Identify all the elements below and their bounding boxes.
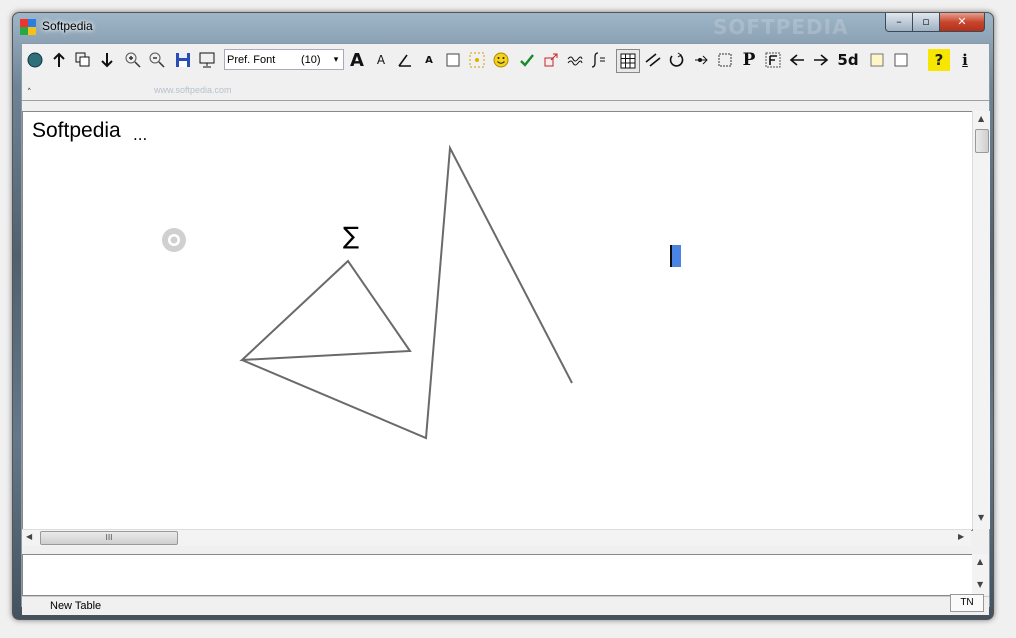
scroll-down-icon[interactable]: ▼ [978,513,984,522]
arrow-down-icon[interactable] [96,49,118,71]
point-marker[interactable] [162,228,186,252]
note-icon[interactable] [866,49,888,71]
paragraph-icon[interactable]: P [738,49,760,71]
parallel-lines-icon[interactable] [642,49,664,71]
shrink-font-icon[interactable]: A [370,49,392,71]
sparkle-icon[interactable] [466,49,488,71]
font-a-icon[interactable]: A [418,49,440,71]
cursor-edge [670,245,672,267]
vertical-scroll-thumb[interactable] [975,129,989,153]
title-bar[interactable]: Softpedia SOFTPEDIA – ▫ ✕ [13,13,993,41]
app-window: Softpedia SOFTPEDIA – ▫ ✕ Pref. Font (10… [12,12,994,620]
globe-icon[interactable] [24,49,46,71]
cmd-scroll-down-icon[interactable]: ▼ [977,580,983,589]
client-area: Pref. Font (10) ▾ A A A P 5d ? i www.sof… [21,43,990,615]
window-title: Softpedia [42,19,93,33]
checkmark-icon[interactable] [516,49,538,71]
chevron-down-icon[interactable]: ▾ [329,54,343,65]
minimize-button[interactable]: – [885,13,913,32]
dotted-box-icon[interactable] [714,49,736,71]
vertical-scrollbar[interactable]: ▲ ▼ [972,111,990,529]
close-icon: ✕ [957,15,967,28]
site-watermark: www.softpedia.com [154,85,232,95]
format-icon[interactable] [762,49,784,71]
horizontal-scrollbar[interactable]: ◀ III ▶ [22,529,971,546]
info-icon[interactable]: i [954,49,976,71]
maximize-button[interactable]: ▫ [912,13,940,32]
scroll-up-icon[interactable]: ▲ [978,114,984,123]
status-new-table: New Table [50,600,102,612]
app-icon [20,19,36,35]
zoom-in-icon[interactable] [122,49,144,71]
status-tn-button[interactable]: TN [950,594,984,612]
close-button[interactable]: ✕ [939,13,985,32]
toolbar: Pref. Font (10) ▾ A A A P 5d ? i www.sof… [22,44,989,101]
sigma-symbol: ∑ [343,222,359,250]
arrow-left-icon[interactable] [786,49,808,71]
minimize-icon: – [896,15,902,28]
loop-icon[interactable] [666,49,688,71]
point-icon[interactable] [690,49,712,71]
save-icon[interactable] [172,49,194,71]
font-size: (10) [301,53,321,66]
polyline-shape[interactable] [241,144,573,440]
table-icon[interactable] [616,49,640,73]
status-bar: New Table TN [22,594,989,615]
watermark-text: SOFTPEDIA [713,15,849,39]
horizontal-scroll-thumb[interactable]: III [40,531,178,545]
zoom-out-icon[interactable] [146,49,168,71]
empty-box-icon[interactable] [442,49,464,71]
smiley-icon[interactable] [490,49,512,71]
command-input[interactable] [22,554,973,596]
wave-icon[interactable] [564,49,586,71]
caret-mark: ˄ [27,88,32,98]
five-d-button[interactable]: 5d [834,49,862,71]
blank-box-icon[interactable] [890,49,912,71]
triangle-shape[interactable] [239,259,412,362]
font-name: Pref. Font [227,53,276,66]
grow-font-icon[interactable]: A [346,49,368,71]
monitor-icon[interactable] [196,49,218,71]
maximize-icon: ▫ [922,15,930,28]
integral-icon[interactable] [588,49,610,71]
cmd-scroll-up-icon[interactable]: ▲ [977,557,983,566]
command-scrollbar[interactable]: ▲ ▼ [972,554,989,594]
help-icon[interactable]: ? [928,49,950,71]
shape-link-icon[interactable] [540,49,562,71]
font-selector[interactable]: Pref. Font (10) ▾ [224,49,344,70]
arrow-up-icon[interactable] [48,49,70,71]
scroll-left-icon[interactable]: ◀ [26,532,32,541]
drawing-canvas[interactable]: Softpedia ... ∑ [22,111,973,531]
scroll-right-icon[interactable]: ▶ [958,532,964,541]
drawing-layer: ∑ [162,144,681,440]
arrow-right-icon[interactable] [810,49,832,71]
copy-icon[interactable] [72,49,94,71]
angle-icon[interactable] [394,49,416,71]
